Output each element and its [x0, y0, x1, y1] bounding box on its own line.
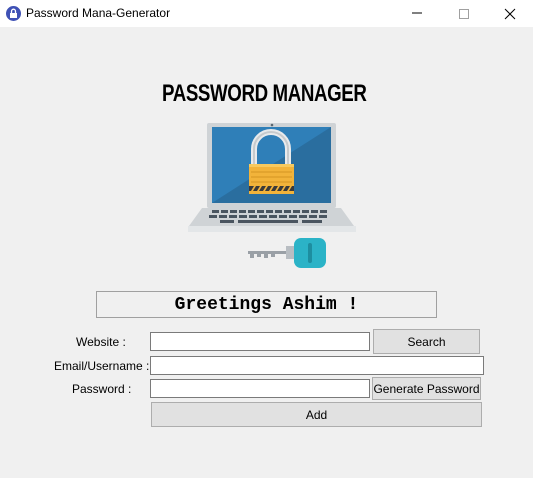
website-label: Website : [76, 335, 126, 349]
generate-password-button[interactable]: Generate Password [372, 377, 481, 400]
password-label: Password : [72, 382, 132, 396]
laptop-padlock-key-logo [188, 123, 356, 268]
close-button[interactable] [487, 0, 533, 27]
minimize-icon [412, 12, 422, 14]
lock-shield-icon [6, 6, 21, 21]
minimize-button[interactable] [394, 0, 440, 27]
page-title: PASSWORD MANAGER [162, 80, 367, 107]
greeting-text: Greetings Ashim ! [174, 295, 359, 315]
search-button[interactable]: Search [373, 329, 480, 354]
maximize-button[interactable] [441, 0, 487, 27]
maximize-icon [459, 9, 469, 19]
add-button[interactable]: Add [151, 402, 482, 427]
website-input[interactable] [150, 332, 370, 351]
title-bar: Password Mana-Generator [0, 0, 533, 27]
email-username-input[interactable] [150, 356, 484, 375]
greeting-banner: Greetings Ashim ! [96, 291, 437, 318]
close-icon [504, 8, 516, 20]
password-input[interactable] [150, 379, 370, 398]
email-username-label: Email/Username : [54, 359, 150, 373]
window-title: Password Mana-Generator [26, 6, 171, 20]
